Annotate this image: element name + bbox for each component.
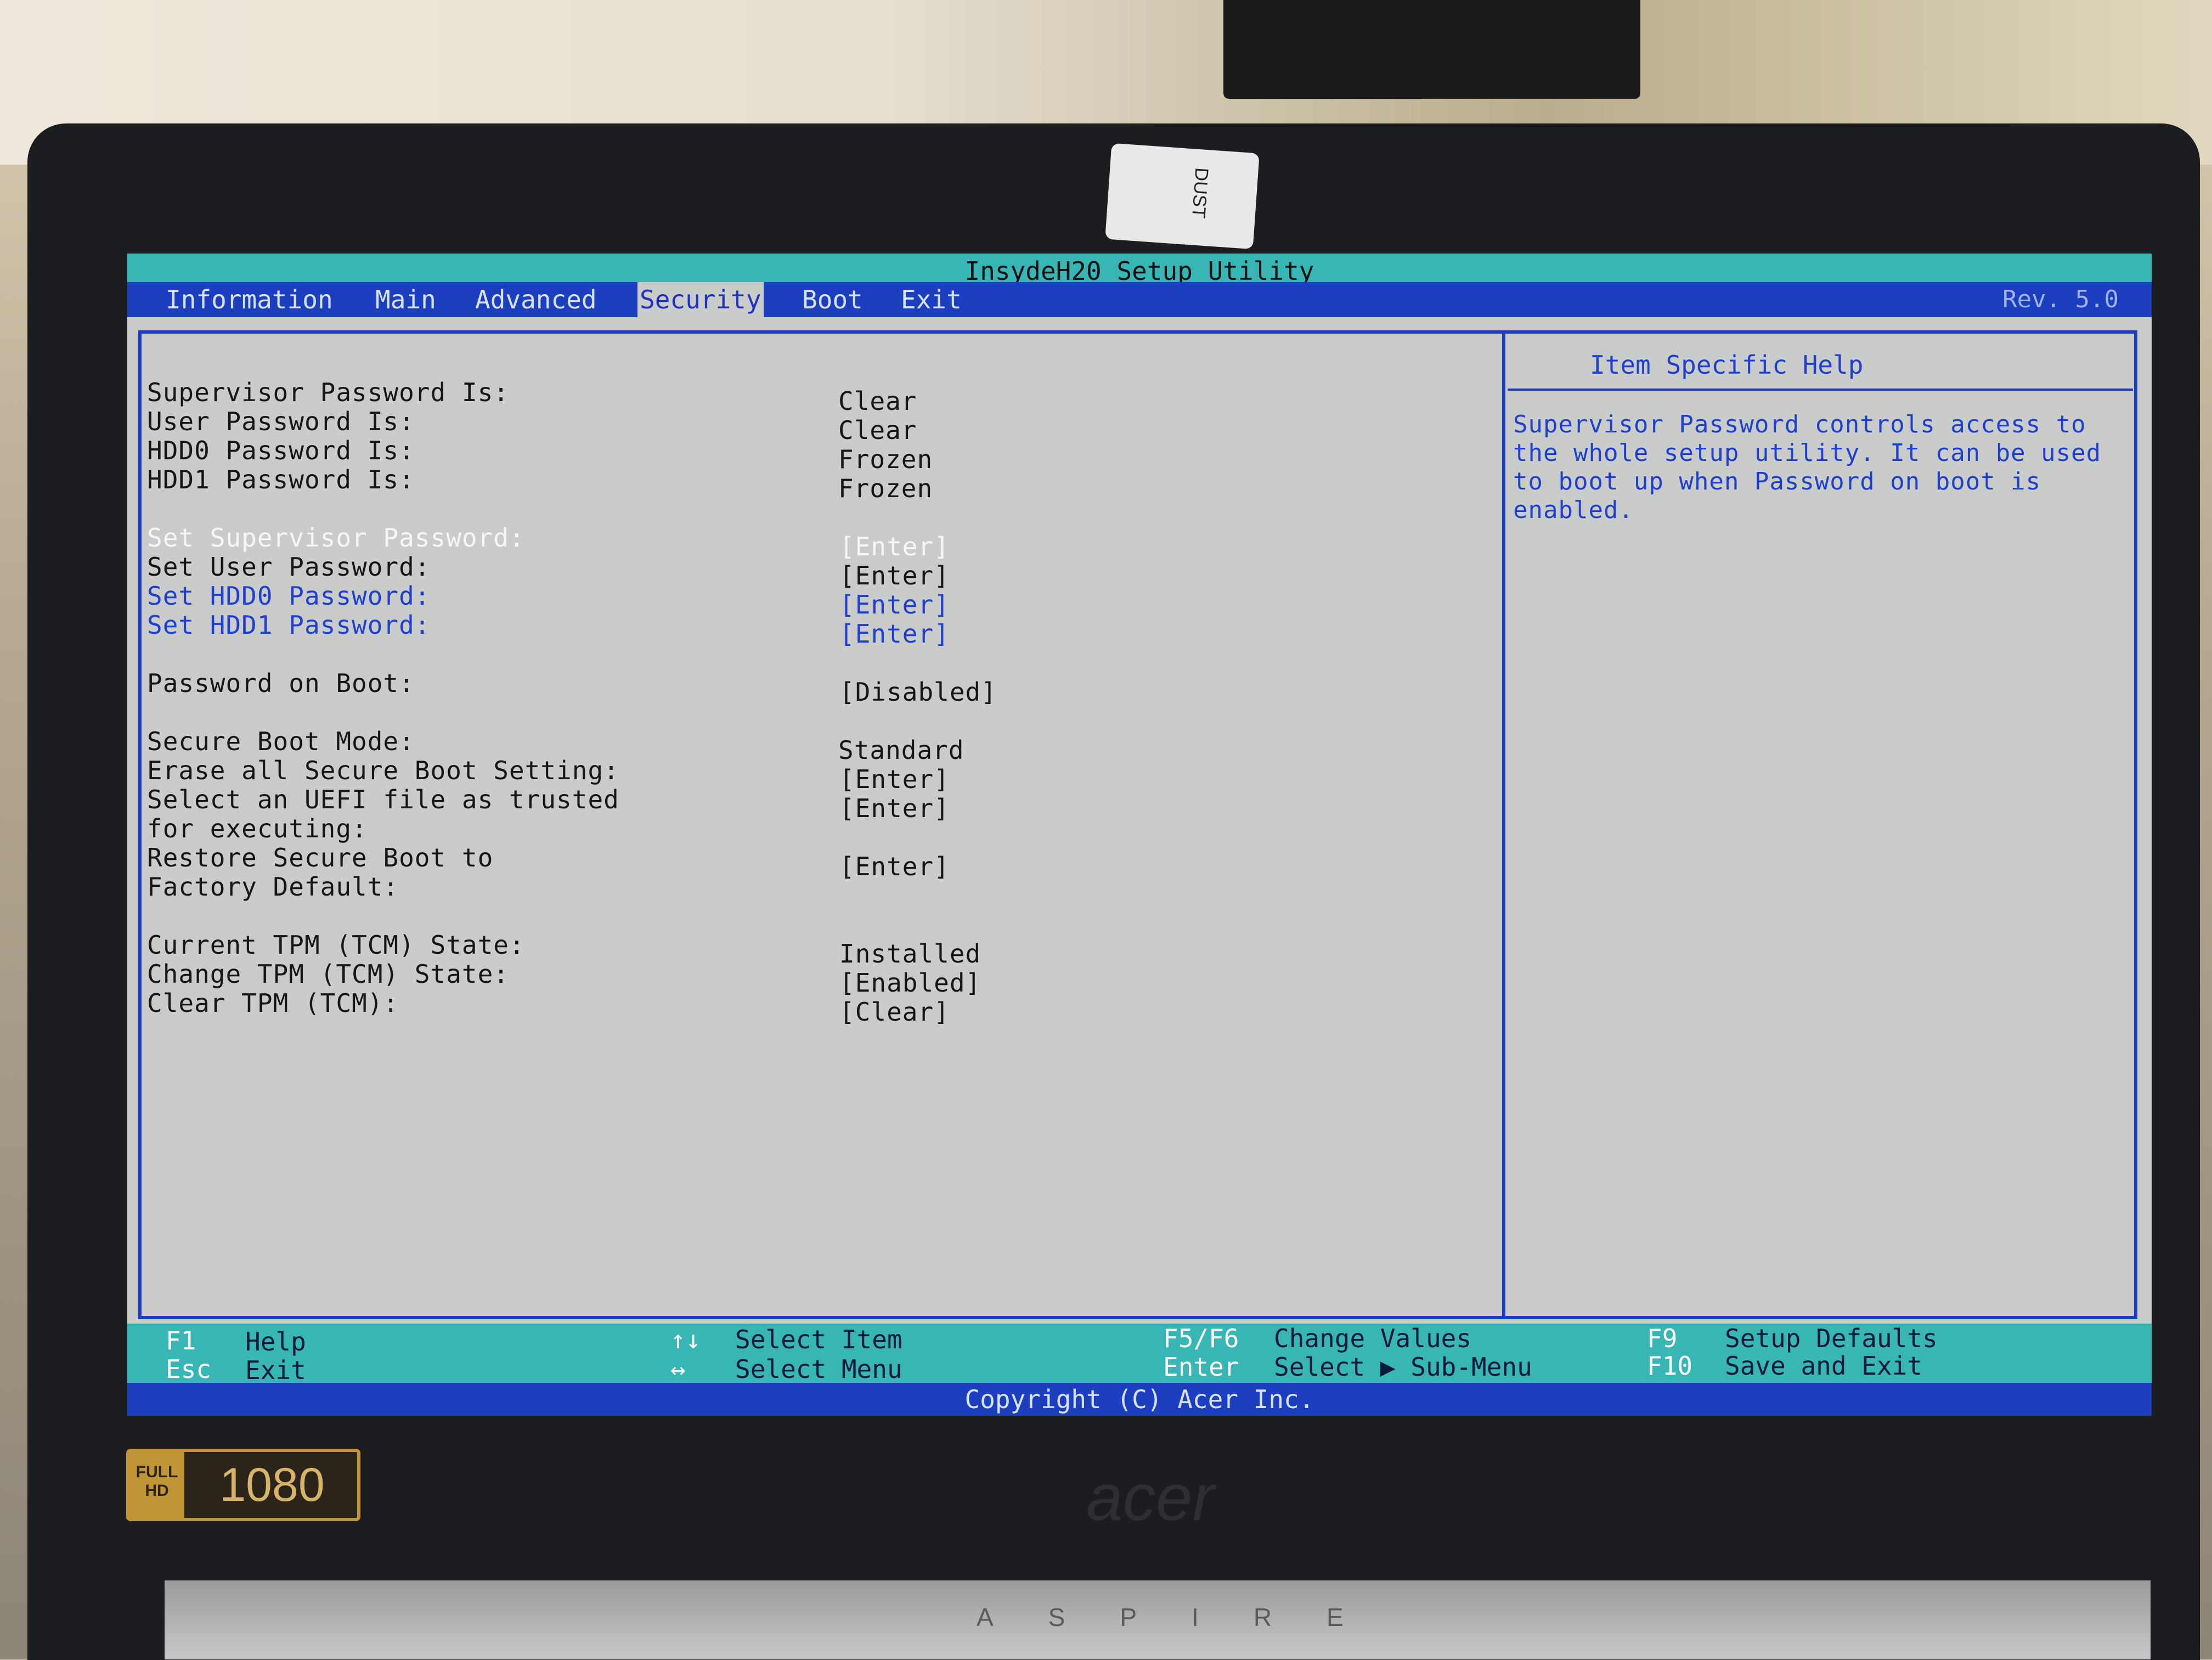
- user-password-status: Clear: [838, 415, 917, 445]
- key-f10: F10: [1647, 1351, 1693, 1381]
- key-enter: Enter: [1163, 1352, 1239, 1382]
- key-enter-desc: Select ▶ Sub-Menu: [1274, 1352, 1532, 1382]
- key-f9: F9: [1647, 1324, 1678, 1353]
- help-title: Item Specific Help: [1590, 350, 1864, 380]
- help-divider: [1508, 389, 2133, 391]
- key-f10-desc: Save and Exit: [1725, 1351, 1923, 1381]
- set-supervisor-password-value[interactable]: [Enter]: [839, 532, 950, 561]
- password-on-boot-label[interactable]: Password on Boot:: [147, 668, 415, 698]
- full-hd-badge-label: FULL HD: [129, 1452, 184, 1518]
- main-panel: Supervisor Password Is: User Password Is…: [138, 330, 2137, 1319]
- arrow-leftright-icon: ↔: [670, 1354, 686, 1384]
- select-uefi-file-label-line2: for executing:: [147, 814, 368, 843]
- window-title: InsydeH20 Setup Utility: [127, 254, 2152, 286]
- key-f5f6-desc: Change Values: [1274, 1324, 1472, 1353]
- current-tpm-state-label: Current TPM (TCM) State:: [147, 930, 525, 960]
- restore-secure-boot-label[interactable]: Restore Secure Boot to: [147, 843, 493, 873]
- tab-main[interactable]: Main: [375, 282, 436, 317]
- supervisor-password-status: Clear: [838, 386, 917, 416]
- select-uefi-file-label[interactable]: Select an UEFI file as trusted: [147, 785, 619, 814]
- background-tv: [1223, 0, 1640, 99]
- tab-advanced[interactable]: Advanced: [475, 282, 597, 317]
- key-f1-desc: Help: [245, 1327, 306, 1357]
- set-user-password-label[interactable]: Set User Password:: [147, 552, 431, 582]
- key-f1: F1: [166, 1326, 196, 1355]
- set-hdd0-password-label[interactable]: Set HDD0 Password:: [147, 581, 431, 611]
- restore-secure-boot-value[interactable]: [Enter]: [839, 852, 950, 881]
- setting-label: HDD1 Password Is:: [147, 465, 415, 494]
- clear-tpm-label[interactable]: Clear TPM (TCM):: [147, 988, 399, 1018]
- tab-boot[interactable]: Boot: [802, 282, 863, 317]
- key-legend: F1 Help Esc Exit ↑↓ Select Item ↔ Select…: [127, 1324, 2152, 1385]
- key-f9-desc: Setup Defaults: [1725, 1324, 1938, 1353]
- erase-secure-boot-label[interactable]: Erase all Secure Boot Setting:: [147, 756, 619, 785]
- restore-secure-boot-label-line2: Factory Default:: [147, 872, 399, 902]
- select-uefi-file-value[interactable]: [Enter]: [839, 794, 950, 823]
- tab-exit[interactable]: Exit: [901, 282, 962, 317]
- badge-bottom-text: HD: [145, 1482, 169, 1500]
- key-esc: Esc: [166, 1354, 212, 1384]
- set-supervisor-password-label[interactable]: Set Supervisor Password:: [147, 523, 525, 553]
- arrow-updown-icon: ↑↓: [670, 1325, 701, 1354]
- key-select-item-desc: Select Item: [735, 1325, 902, 1354]
- password-on-boot-value[interactable]: [Disabled]: [839, 677, 997, 707]
- aspire-logo: ASPIRE: [977, 1603, 1398, 1631]
- change-tpm-state-value[interactable]: [Enabled]: [839, 968, 981, 998]
- bios-screen: InsydeH20 Setup Utility Information Main…: [127, 254, 2152, 1416]
- help-text: Supervisor Password controls access to t…: [1513, 410, 2102, 524]
- set-hdd1-password-value[interactable]: [Enter]: [839, 619, 950, 649]
- current-tpm-state-value: Installed: [839, 939, 981, 969]
- webcam-sticker: DUST: [1105, 143, 1260, 250]
- tab-information[interactable]: Information: [166, 282, 333, 317]
- secure-boot-mode-value: Standard: [838, 735, 964, 765]
- tab-security[interactable]: Security: [637, 282, 764, 317]
- setting-label: User Password Is:: [147, 407, 415, 436]
- hdd1-password-status: Frozen: [838, 474, 933, 503]
- set-hdd1-password-label[interactable]: Set HDD1 Password:: [147, 610, 431, 640]
- set-hdd0-password-value[interactable]: [Enter]: [839, 590, 950, 620]
- change-tpm-state-label[interactable]: Change TPM (TCM) State:: [147, 959, 509, 989]
- setting-label: HDD0 Password Is:: [147, 436, 415, 465]
- menu-bar: Information Main Advanced Security Boot …: [127, 282, 2152, 317]
- revision-label: Rev. 5.0: [2002, 285, 2119, 313]
- copyright-bar: Copyright (C) Acer Inc.: [127, 1383, 2152, 1416]
- key-f5f6: F5/F6: [1163, 1324, 1239, 1353]
- setting-label: Supervisor Password Is:: [147, 378, 509, 407]
- set-user-password-value[interactable]: [Enter]: [839, 561, 950, 590]
- key-select-menu-desc: Select Menu: [735, 1354, 902, 1384]
- erase-secure-boot-value[interactable]: [Enter]: [839, 764, 950, 794]
- badge-number: 1080: [219, 1459, 325, 1511]
- key-esc-desc: Exit: [245, 1355, 306, 1385]
- hdd0-password-status: Frozen: [838, 444, 933, 474]
- acer-logo: acer: [1086, 1461, 1215, 1534]
- full-hd-badge: FULL HD 1080: [126, 1449, 360, 1521]
- clear-tpm-value[interactable]: [Clear]: [839, 997, 950, 1027]
- secure-boot-mode-label: Secure Boot Mode:: [147, 727, 415, 756]
- badge-top-text: FULL: [136, 1463, 178, 1481]
- panel-divider: [1502, 334, 1505, 1316]
